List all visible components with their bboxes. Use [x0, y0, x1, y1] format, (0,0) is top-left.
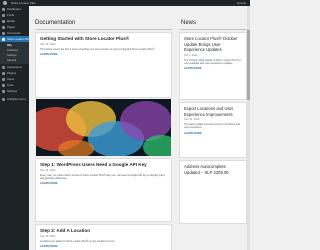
page-icon — [2, 25, 5, 29]
sidebar-item-label: Plugins — [7, 71, 17, 75]
sidebar-item-label: Comments — [7, 31, 21, 35]
tools-icon — [2, 83, 5, 87]
doc-card-title[interactable]: Getting Started with Store Locator Plus® — [36, 33, 171, 42]
doc-card: Getting Started with Store Locator Plus®… — [35, 32, 172, 98]
news-card: Store Locator Plus® October Update Bring… — [179, 32, 247, 100]
doc-card-excerpt: Every user, no matter which version of S… — [40, 173, 165, 180]
documentation-heading: Documentation — [35, 20, 76, 26]
news-card-excerpt: The October 2022 update of Store Locator… — [184, 58, 241, 65]
map-marker-icon — [2, 37, 5, 41]
sidebar-item-label: Store Locator Plus — [7, 37, 29, 41]
learn-more-link[interactable]: LEARN MORE — [36, 243, 171, 248]
collapse-icon — [2, 97, 5, 101]
main-content: Documentation News Getting Started with … — [26, 6, 250, 250]
news-heading: News — [181, 20, 197, 26]
sidebar-item-settings[interactable]: Settings — [0, 88, 29, 94]
divider — [35, 29, 172, 30]
sidebar-submenu: Info Locations Settings General — [0, 42, 29, 64]
settings-icon — [2, 89, 5, 93]
sidebar-item-store-locator-plus[interactable]: Store Locator Plus — [0, 36, 29, 42]
wordpress-logo-icon[interactable] — [3, 1, 7, 5]
sidebar-item-label: Pages — [7, 25, 15, 29]
sidebar-item-label: Appearance — [7, 65, 23, 69]
news-card-title[interactable]: Export Locations and User Experience Imp… — [180, 103, 246, 117]
admin-sidebar: Dashboard Posts Media Pages Comments Sto… — [0, 6, 29, 250]
sidebar-item-label: Settings — [7, 89, 18, 93]
media-icon — [2, 19, 5, 23]
news-card: Address Autocomplete Updated – SLP 2209.… — [179, 160, 247, 224]
sidebar-item-label: Dashboard — [7, 7, 21, 11]
doc-card-excerpt: This article covers the first 3 steps of… — [40, 47, 156, 51]
doc-card: Step 1: WordPress Users Need a Google AP… — [35, 158, 172, 222]
doc-card-title[interactable]: Step 2: Add A Location — [36, 225, 171, 234]
learn-more-link[interactable]: LEARN MORE — [180, 130, 246, 135]
learn-more-link[interactable] — [180, 178, 246, 180]
sidebar-item-label: Users — [7, 77, 15, 81]
doc-card-image[interactable] — [26, 99, 179, 159]
sidebar-item-label: Tools — [7, 83, 14, 87]
doc-card: Step 2: Add A Location Sep 15, 2022 Loca… — [35, 224, 172, 250]
submenu-item-general[interactable]: General — [0, 58, 29, 63]
sidebar-item-label: Collapse menu — [7, 97, 26, 101]
comment-icon — [2, 31, 5, 35]
learn-more-link[interactable]: LEARN MORE — [36, 180, 171, 185]
learn-more-link[interactable]: LEARN MORE — [36, 51, 171, 56]
dashboard-icon — [2, 7, 5, 11]
users-icon — [2, 77, 5, 81]
learn-more-link[interactable]: LEARN MORE — [180, 65, 246, 70]
sidebar-item-label: Posts — [7, 13, 14, 17]
scrollbar-thumb[interactable] — [247, 30, 250, 100]
brush-icon — [2, 65, 5, 69]
plugin-icon — [2, 71, 5, 75]
sidebar-item-label: Media — [7, 19, 15, 23]
doc-card-title[interactable]: Step 1: WordPress Users Need a Google AP… — [36, 159, 171, 168]
pin-icon — [2, 13, 5, 17]
news-card: Export Locations and User Experience Imp… — [179, 102, 247, 158]
sidebar-collapse-menu[interactable]: Collapse menu — [0, 96, 29, 102]
divider — [179, 29, 247, 30]
news-card-title[interactable]: Store Locator Plus® October Update Bring… — [180, 33, 246, 53]
news-card-title[interactable]: Address Autocomplete Updated – SLP 2209.… — [180, 161, 246, 175]
news-card-excerpt: The latest update improves export of loc… — [184, 123, 241, 130]
